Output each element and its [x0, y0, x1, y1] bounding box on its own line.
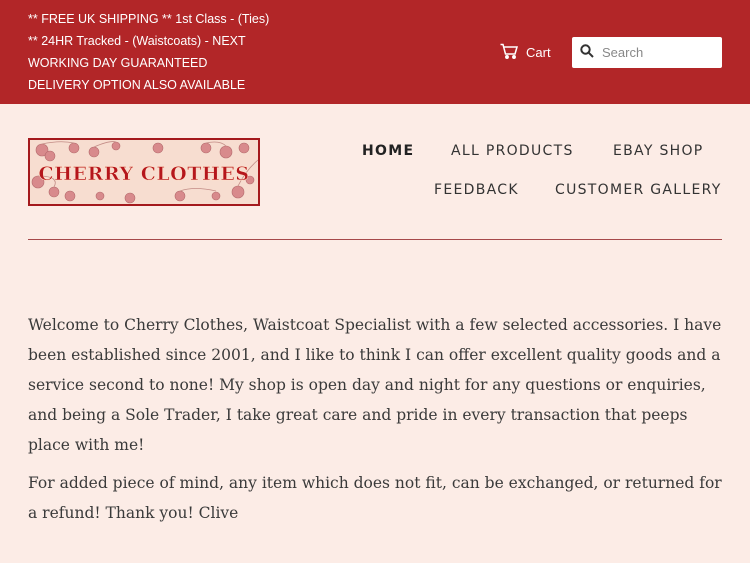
header-divider — [28, 239, 722, 240]
nav-ebay-shop[interactable]: EBAY SHOP — [613, 143, 704, 159]
announcement-line: ** FREE UK SHIPPING ** 1st Class - (Ties… — [28, 12, 270, 26]
cart-link[interactable]: Cart — [500, 41, 551, 63]
nav-all-products[interactable]: ALL PRODUCTS — [451, 143, 574, 159]
nav-home[interactable]: HOME — [362, 143, 414, 159]
cart-icon — [500, 43, 518, 62]
cherry-clothes-logo[interactable]: CHERRY CLOTHES — [28, 138, 260, 206]
announcement-line: WORKING DAY GUARANTEED — [28, 56, 208, 70]
logo-text: CHERRY CLOTHES — [38, 163, 249, 185]
nav-customer-gallery[interactable]: CUSTOMER GALLERY — [555, 182, 722, 198]
cart-label: Cart — [526, 44, 551, 60]
search-input[interactable] — [602, 45, 712, 60]
shipping-announcement: ** FREE UK SHIPPING ** 1st Class - (Ties… — [28, 8, 318, 96]
announcement-line: DELIVERY OPTION ALSO AVAILABLE — [28, 78, 246, 92]
refund-paragraph: For added piece of mind, any item which … — [28, 474, 722, 522]
nav-feedback[interactable]: FEEDBACK — [434, 182, 519, 198]
search-icon[interactable] — [580, 43, 594, 62]
search-box[interactable] — [572, 37, 722, 68]
announcement-line: ** 24HR Tracked - (Waistcoats) - NEXT — [28, 34, 246, 48]
main-content: Welcome to Cherry Clothes, Waistcoat Spe… — [28, 310, 728, 536]
welcome-paragraph: Welcome to Cherry Clothes, Waistcoat Spe… — [28, 316, 722, 454]
announcement-bar: ** FREE UK SHIPPING ** 1st Class - (Ties… — [0, 0, 750, 104]
